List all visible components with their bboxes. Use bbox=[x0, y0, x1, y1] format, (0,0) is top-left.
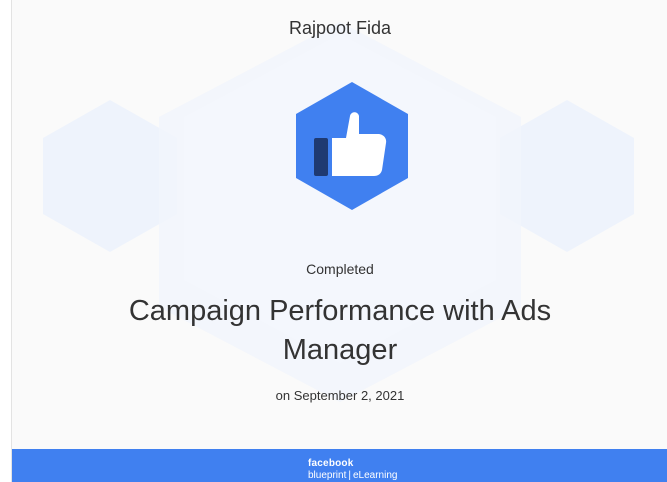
facebook-blueprint-logo: facebook blueprint | eLearning bbox=[308, 459, 397, 481]
thumbs-up-badge bbox=[296, 82, 408, 210]
left-hexagon bbox=[43, 100, 177, 252]
hexagon-pattern-background bbox=[43, 22, 634, 402]
page: Rajpoot Fida Completed Campaign Performa… bbox=[0, 0, 667, 482]
course-title: Campaign Performance with Ads Manager bbox=[128, 295, 552, 366]
brand-subline: blueprint | eLearning bbox=[308, 471, 397, 481]
completion-status: Completed bbox=[306, 261, 374, 277]
footer-banner: facebook blueprint | eLearning bbox=[12, 449, 667, 482]
recipient-name: Rajpoot Fida bbox=[288, 18, 392, 38]
brand-blueprint: blueprint bbox=[308, 470, 347, 481]
completion-date: on September 2, 2021 bbox=[275, 388, 405, 403]
certificate: Rajpoot Fida Completed Campaign Performa… bbox=[11, 0, 667, 482]
brand-name: facebook bbox=[308, 458, 354, 469]
brand-separator: | bbox=[348, 470, 351, 481]
brand-elearning: eLearning bbox=[352, 470, 398, 481]
